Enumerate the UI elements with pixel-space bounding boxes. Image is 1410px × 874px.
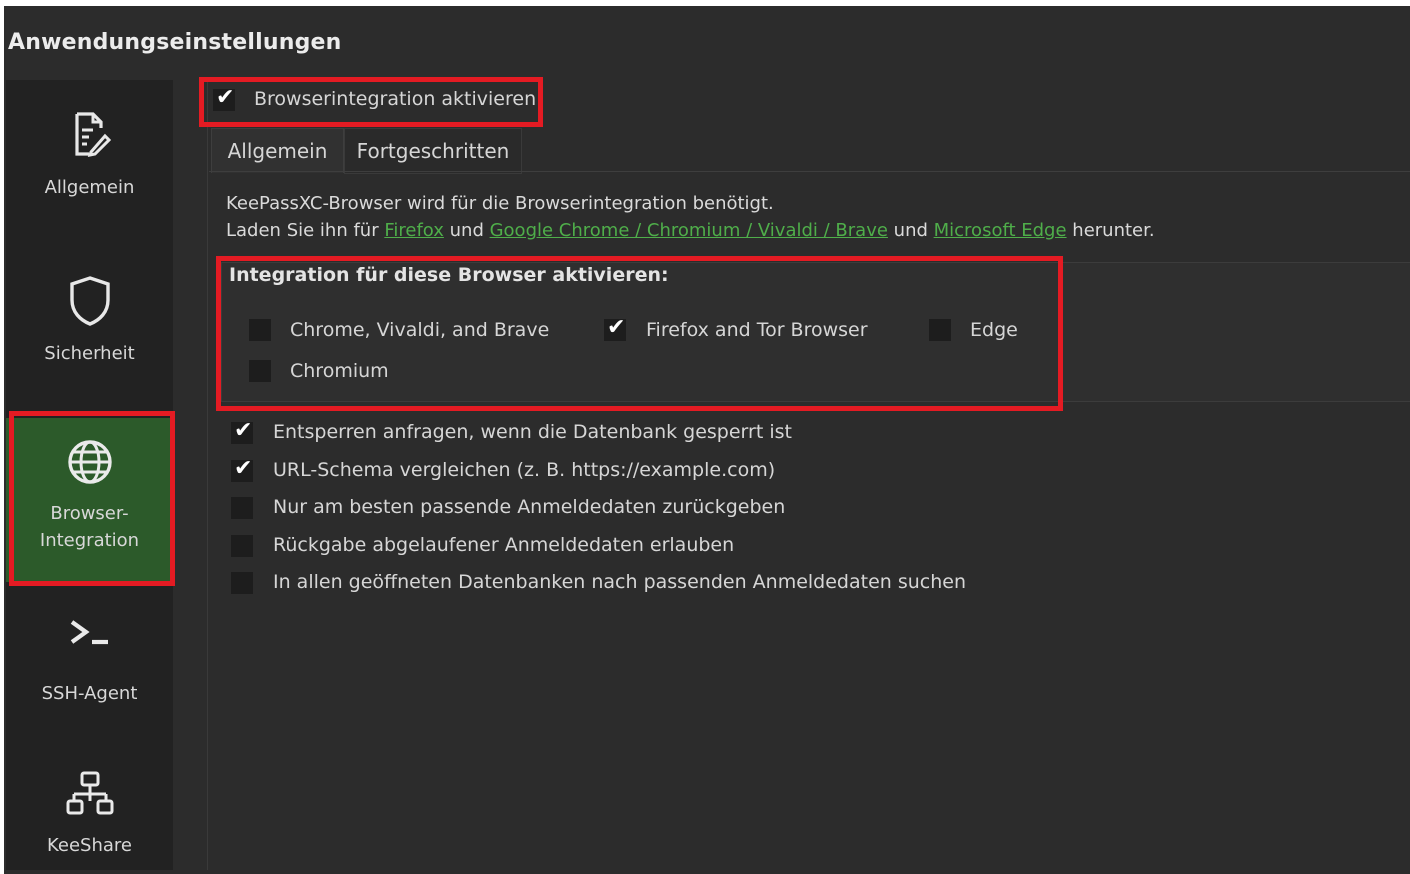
enable-browser-integration-label[interactable]: Browserintegration aktivieren xyxy=(254,88,536,110)
sidebar-item-ssh-agent[interactable]: SSH-Agent xyxy=(6,614,173,754)
search-all-databases-checkbox[interactable] xyxy=(231,572,253,594)
sidebar-item-browser-integration[interactable]: Browser- Integration xyxy=(6,418,173,582)
checkmark-icon: ✔ xyxy=(234,418,253,443)
firefox-tor-checkbox[interactable]: ✔ xyxy=(604,315,626,341)
sidebar-item-label: Sicherheit xyxy=(44,343,135,364)
checkmark-icon: ✔ xyxy=(216,85,235,110)
tab-allgemein[interactable]: Allgemein xyxy=(211,128,344,173)
url-scheme-label[interactable]: URL-Schema vergleichen (z. B. https://ex… xyxy=(273,459,775,481)
url-scheme-checkbox[interactable]: ✔ xyxy=(231,456,253,482)
info-text: Laden Sie ihn für xyxy=(226,220,385,241)
chrome-link[interactable]: Google Chrome / Chromium / Vivaldi / Bra… xyxy=(490,220,888,241)
edge-label[interactable]: Edge xyxy=(970,319,1018,341)
checkmark-icon: ✔ xyxy=(234,456,253,481)
sidebar-item-keeshare[interactable]: KeeShare xyxy=(6,770,173,870)
page-title: Anwendungseinstellungen xyxy=(8,30,342,55)
chrome-vivaldi-brave-label[interactable]: Chrome, Vivaldi, and Brave xyxy=(290,319,549,341)
settings-sidebar: Allgemein Sicherheit Browser- Integratio… xyxy=(6,80,173,870)
browser-group-title: Integration für diese Browser aktivieren… xyxy=(229,264,669,286)
chromium-checkbox[interactable] xyxy=(249,360,271,382)
edge-link[interactable]: Microsoft Edge xyxy=(934,220,1067,241)
info-line-2: Laden Sie ihn für Firefox und Google Chr… xyxy=(226,220,1155,241)
enable-browser-integration-checkbox[interactable]: ✔ xyxy=(213,85,235,111)
chrome-vivaldi-brave-checkbox[interactable] xyxy=(249,319,271,341)
sidebar-item-allgemein[interactable]: Allgemein xyxy=(6,108,173,248)
info-text: herunter. xyxy=(1066,220,1155,241)
info-text: und xyxy=(887,220,934,241)
expired-credentials-label[interactable]: Rückgabe abgelaufener Anmeldedaten erlau… xyxy=(273,534,734,556)
content-divider xyxy=(207,80,208,870)
sidebar-item-label: SSH-Agent xyxy=(41,683,138,704)
firefox-link[interactable]: Firefox xyxy=(384,220,444,241)
chromium-label[interactable]: Chromium xyxy=(290,360,389,382)
unlock-request-label[interactable]: Entsperren anfragen, wenn die Datenbank … xyxy=(273,421,792,443)
globe-icon xyxy=(67,440,112,484)
shield-icon xyxy=(69,276,110,326)
edge-checkbox[interactable] xyxy=(929,319,951,341)
tab-fortgeschritten[interactable]: Fortgeschritten xyxy=(344,128,522,174)
best-match-label[interactable]: Nur am besten passende Anmeldedaten zurü… xyxy=(273,496,785,518)
sidebar-item-label: KeeShare xyxy=(47,835,132,856)
best-match-checkbox[interactable] xyxy=(231,497,253,519)
sidebar-item-label-line1: Browser- xyxy=(50,503,129,524)
tab-bar-line xyxy=(209,171,1410,172)
info-line-1: KeePassXC-Browser wird für die Browserin… xyxy=(226,193,774,214)
unlock-request-checkbox[interactable]: ✔ xyxy=(231,418,253,444)
sidebar-item-sicherheit[interactable]: Sicherheit xyxy=(6,274,173,414)
checkmark-icon: ✔ xyxy=(607,315,626,340)
info-text: und xyxy=(443,220,490,241)
expired-credentials-checkbox[interactable] xyxy=(231,535,253,557)
edit-document-icon xyxy=(74,112,111,157)
network-share-icon xyxy=(66,771,113,815)
search-all-databases-label[interactable]: In allen geöffneten Datenbanken nach pas… xyxy=(273,571,966,593)
sidebar-item-label-line2: Integration xyxy=(39,530,140,551)
terminal-icon xyxy=(70,620,108,645)
sidebar-item-label: Allgemein xyxy=(44,177,135,198)
firefox-tor-label[interactable]: Firefox and Tor Browser xyxy=(646,319,868,341)
